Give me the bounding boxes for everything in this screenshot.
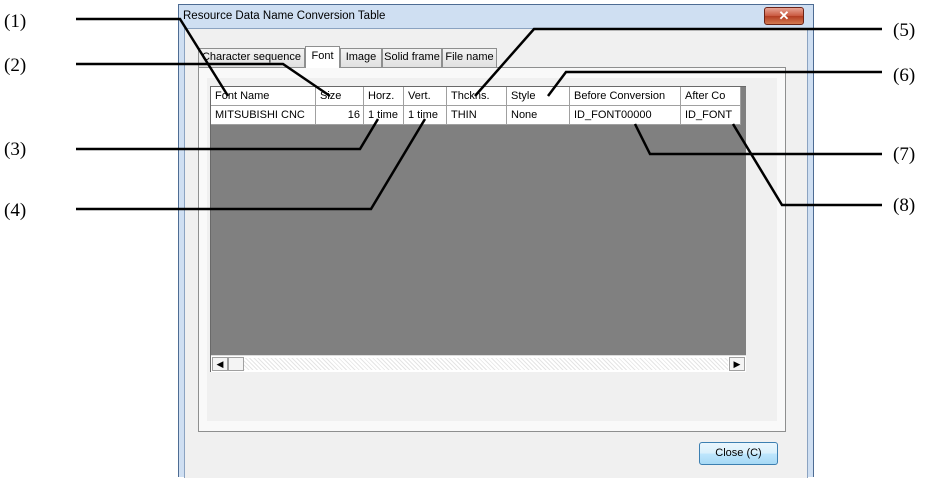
callout-label-7: (7) bbox=[893, 144, 916, 165]
callout-label-5: (5) bbox=[893, 20, 916, 41]
callout-label-3: (3) bbox=[4, 139, 27, 160]
callout-label-6: (6) bbox=[893, 65, 916, 86]
callout-label-2: (2) bbox=[4, 55, 27, 76]
scroll-thumb[interactable] bbox=[228, 357, 244, 371]
window-title: Resource Data Name Conversion Table bbox=[183, 10, 386, 22]
table-row[interactable]: MITSUBISHI CNC 16 1 time 1 time THIN Non… bbox=[211, 106, 741, 125]
cell-horz[interactable]: 1 time bbox=[364, 106, 404, 125]
cell-size[interactable]: 16 bbox=[316, 106, 364, 125]
tab-solid-frame[interactable]: Solid frame bbox=[382, 48, 442, 67]
cell-after-conversion[interactable]: ID_FONT bbox=[681, 106, 741, 125]
column-header-size[interactable]: Size bbox=[316, 87, 364, 106]
tab-file-name[interactable]: File name bbox=[442, 48, 497, 67]
column-header-horz[interactable]: Horz. bbox=[364, 87, 404, 106]
callout-label-1: (1) bbox=[4, 11, 27, 32]
scroll-track[interactable] bbox=[244, 358, 728, 370]
tab-font[interactable]: Font bbox=[305, 46, 340, 68]
callout-label-4: (4) bbox=[4, 200, 27, 221]
cell-font-name[interactable]: MITSUBISHI CNC bbox=[211, 106, 316, 125]
column-header-before-conversion[interactable]: Before Conversion bbox=[570, 87, 681, 106]
horizontal-scrollbar[interactable]: ◀ ▶ bbox=[211, 355, 746, 372]
cell-before-conversion[interactable]: ID_FONT00000 bbox=[570, 106, 681, 125]
column-header-thickness[interactable]: Thckns. bbox=[447, 87, 507, 106]
table-header-row: Font Name Size Horz. Vert. Thckns. Style… bbox=[211, 87, 741, 106]
close-button[interactable]: Close (C) bbox=[699, 442, 778, 465]
dialog-window: Resource Data Name Conversion Table ✕ Ch… bbox=[178, 4, 814, 478]
dialog-client-area: Character sequence Font Image Solid fram… bbox=[184, 28, 808, 478]
column-header-after-conversion[interactable]: After Co bbox=[681, 87, 741, 106]
column-header-font-name[interactable]: Font Name bbox=[211, 87, 316, 106]
column-header-style[interactable]: Style bbox=[507, 87, 570, 106]
callout-label-8: (8) bbox=[893, 195, 916, 216]
column-header-vert[interactable]: Vert. bbox=[404, 87, 447, 106]
tab-image[interactable]: Image bbox=[340, 48, 382, 67]
close-icon[interactable]: ✕ bbox=[764, 7, 804, 25]
cell-style[interactable]: None bbox=[507, 106, 570, 125]
scroll-left-icon[interactable]: ◀ bbox=[212, 357, 228, 371]
tab-character-sequence[interactable]: Character sequence bbox=[198, 48, 305, 67]
cell-vert[interactable]: 1 time bbox=[404, 106, 447, 125]
cell-thickness[interactable]: THIN bbox=[447, 106, 507, 125]
conversion-table[interactable]: Font Name Size Horz. Vert. Thckns. Style… bbox=[210, 86, 746, 372]
scroll-right-icon[interactable]: ▶ bbox=[729, 357, 745, 371]
